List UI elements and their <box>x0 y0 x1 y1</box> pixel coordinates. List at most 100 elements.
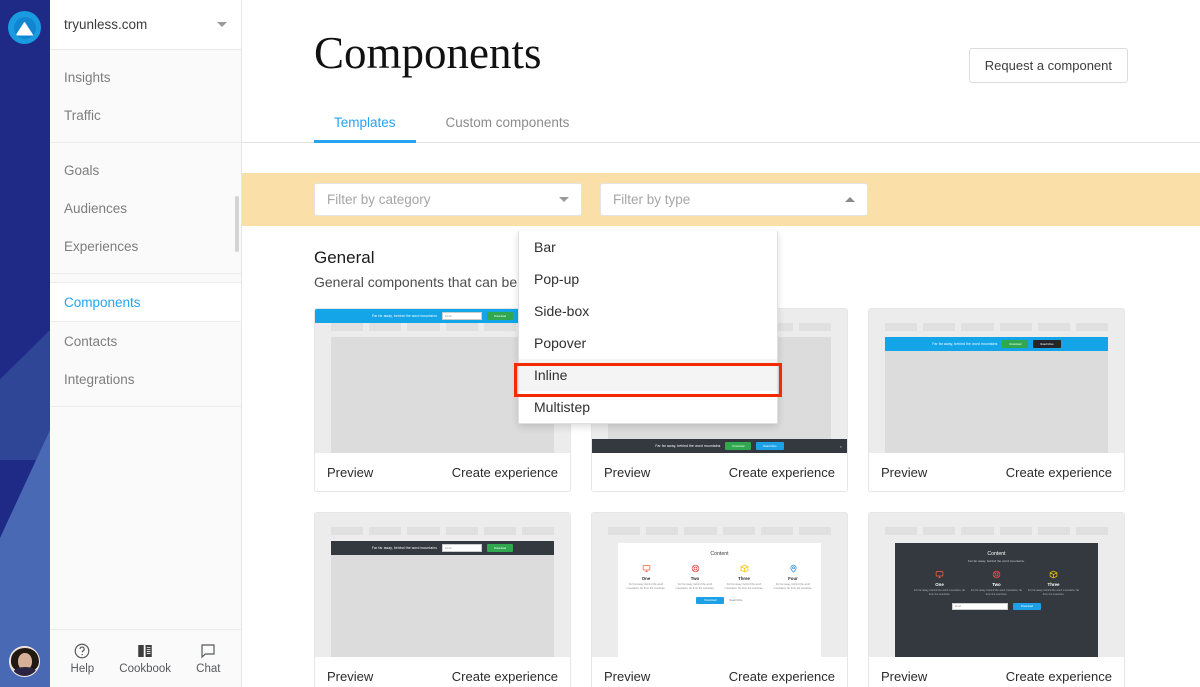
thumb-headline: Far far away, behind the word mountains <box>372 314 437 318</box>
sidebar-group-1: Insights Traffic <box>50 50 241 143</box>
content-column: Three For far away, behind the word moun… <box>1028 569 1080 597</box>
sidebar-item-components[interactable]: Components <box>50 282 241 322</box>
lifebuoy-icon <box>673 563 717 574</box>
app-window: tryunless.com Insights Traffic Goals Aud… <box>0 0 1200 687</box>
component-card[interactable]: Far far away, behind the word mountains … <box>868 308 1125 492</box>
close-icon: × <box>840 444 842 449</box>
filter-by-category-select[interactable]: Filter by category <box>314 183 582 216</box>
card-footer: Preview Create experience <box>869 453 1124 491</box>
card-footer: Preview Create experience <box>315 453 570 491</box>
component-card[interactable]: Far far away, behind the word mountains … <box>314 512 571 687</box>
dropdown-option-popover[interactable]: Popover <box>519 327 777 359</box>
tab-custom-components[interactable]: Custom components <box>426 105 590 143</box>
column-name: Three <box>1028 582 1080 587</box>
thumb-download-button: Download <box>1013 603 1041 610</box>
box-icon <box>1028 569 1080 580</box>
create-experience-link[interactable]: Create experience <box>1006 465 1112 480</box>
component-thumbnail: Content One For far away, behind the wor… <box>592 513 847 657</box>
chat-button[interactable]: Chat <box>196 642 220 675</box>
dropdown-option-multistep[interactable]: Multistep <box>519 391 777 423</box>
site-selector[interactable]: tryunless.com <box>50 0 241 50</box>
dropdown-option-bar[interactable]: Bar <box>519 231 777 263</box>
preview-link[interactable]: Preview <box>881 669 927 684</box>
site-name: tryunless.com <box>64 17 147 32</box>
box-icon <box>722 563 766 574</box>
sidebar-item-contacts[interactable]: Contacts <box>50 322 241 360</box>
sidebar: tryunless.com Insights Traffic Goals Aud… <box>50 0 242 687</box>
thumb-download-button: Download <box>696 597 724 604</box>
create-experience-link[interactable]: Create experience <box>1006 669 1112 684</box>
sidebar-item-experiences[interactable]: Experiences <box>50 227 241 265</box>
thumb-content-panel: Content One For far away, behind the wor… <box>618 543 821 657</box>
help-label: Help <box>71 663 95 675</box>
card-footer: Preview Create experience <box>869 657 1124 687</box>
content-column: Two For far away, behind the word mounta… <box>971 569 1023 597</box>
create-experience-link[interactable]: Create experience <box>452 465 558 480</box>
preview-link[interactable]: Preview <box>881 465 927 480</box>
filter-by-type-dropdown: Bar Pop-up Side-box Popover Inline Multi… <box>518 231 778 424</box>
column-desc: For far away, behind the word mountains,… <box>673 583 717 591</box>
component-card[interactable]: Content Far far away, behind the word mo… <box>868 512 1125 687</box>
column-name: One <box>624 576 668 581</box>
thumb-nav-placeholder <box>885 323 1108 331</box>
content-column: Two For far away, behind the word mounta… <box>673 563 717 591</box>
sidebar-scrollbar[interactable] <box>235 196 239 252</box>
card-footer: Preview Create experience <box>592 453 847 491</box>
book-icon <box>136 642 154 660</box>
page-header: Components Request a component <box>242 0 1200 83</box>
component-thumbnail: Far far away, behind the word mountains … <box>315 513 570 657</box>
dropdown-option-inline[interactable]: Inline <box>519 359 777 391</box>
thumb-read-more-button: Read More <box>729 599 742 602</box>
card-footer: Preview Create experience <box>315 657 570 687</box>
page-title: Components <box>314 30 542 77</box>
sidebar-item-audiences[interactable]: Audiences <box>50 189 241 227</box>
create-experience-link[interactable]: Create experience <box>729 669 835 684</box>
lifebuoy-icon <box>971 569 1023 580</box>
thumb-email-input: Email <box>442 544 482 552</box>
sidebar-footer: Help Cookbook Chat <box>50 629 241 687</box>
thumb-inline-bar: Far far away, behind the word mountains … <box>331 541 554 555</box>
left-rail <box>0 0 50 687</box>
cookbook-label: Cookbook <box>119 663 171 675</box>
chevron-up-icon <box>845 197 855 202</box>
thumb-content-panel: Content Far far away, behind the word mo… <box>895 543 1098 657</box>
dropdown-option-popup[interactable]: Pop-up <box>519 263 777 295</box>
thumb-headline: Far far away, behind the word mountains <box>932 342 997 346</box>
column-name: Three <box>722 576 766 581</box>
chat-bubble-icon <box>199 642 217 660</box>
preview-link[interactable]: Preview <box>327 465 373 480</box>
filter-bar: Filter by category Filter by type <box>242 173 1200 226</box>
help-button[interactable]: Help <box>71 642 95 675</box>
user-avatar[interactable] <box>9 646 40 677</box>
thumb-email-input: Email <box>442 312 482 320</box>
create-experience-link[interactable]: Create experience <box>452 669 558 684</box>
preview-link[interactable]: Preview <box>604 669 650 684</box>
column-desc: For far away, behind the word mountains,… <box>624 583 668 591</box>
content-column: One For far away, behind the word mounta… <box>624 563 668 591</box>
sidebar-group-3: Components Contacts Integrations <box>50 274 241 407</box>
dropdown-option-side-box[interactable]: Side-box <box>519 295 777 327</box>
thumb-panel-buttons: Email Download <box>901 603 1092 610</box>
preview-link[interactable]: Preview <box>327 669 373 684</box>
app-logo-icon[interactable] <box>8 11 41 44</box>
sidebar-item-traffic[interactable]: Traffic <box>50 96 241 134</box>
thumb-body-placeholder <box>331 555 554 657</box>
filter-by-type-placeholder: Filter by type <box>613 192 690 207</box>
sidebar-item-goals[interactable]: Goals <box>50 151 241 189</box>
create-experience-link[interactable]: Create experience <box>729 465 835 480</box>
cookbook-button[interactable]: Cookbook <box>119 642 171 675</box>
content-column: Three For far away, behind the word moun… <box>722 563 766 591</box>
sidebar-nav: Insights Traffic Goals Audiences Experie… <box>50 50 241 629</box>
preview-link[interactable]: Preview <box>604 465 650 480</box>
thumb-nav-placeholder <box>331 527 554 535</box>
thumb-content-title: Content <box>624 551 815 557</box>
sidebar-item-integrations[interactable]: Integrations <box>50 360 241 398</box>
request-component-button[interactable]: Request a component <box>969 48 1128 83</box>
component-card[interactable]: Content One For far away, behind the wor… <box>591 512 848 687</box>
sidebar-item-insights[interactable]: Insights <box>50 58 241 96</box>
filter-by-type-select[interactable]: Filter by type <box>600 183 868 216</box>
chevron-down-icon <box>217 22 227 27</box>
column-name: One <box>914 582 966 587</box>
tab-templates[interactable]: Templates <box>314 105 416 143</box>
thumb-headline: Far far away, behind the word mountains <box>655 444 720 448</box>
